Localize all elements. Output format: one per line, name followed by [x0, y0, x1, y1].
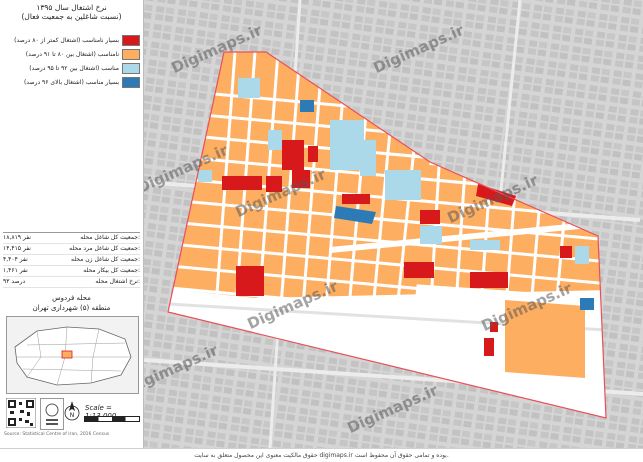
stat-value: ۴,۴۰۴ نفر — [3, 256, 28, 263]
stat-value: ۱۸,۸۱۹ نفر — [3, 234, 31, 241]
legend-label: بسیار نامناسب (اشتغال کمتر از ۸۰ درصد) — [14, 37, 119, 44]
copyright-footer: حقوق مالکیت معنوی این محصول متعلق به سای… — [0, 448, 643, 462]
district-info: محله فردوس منطقه (۵) شهرداری تهران — [3, 293, 140, 313]
legend-swatch — [122, 77, 140, 88]
map-title-line-2: (نسبت شاغلین به جمعیت فعال) — [21, 12, 122, 21]
legend-item: نامناسب (اشتغال بین ۸۰ تا ۹۱ درصد) — [3, 48, 140, 61]
stat-row: ۱۴,۴۱۵ نفر جمعیت کل شاغل مرد محله: — [3, 244, 140, 255]
tehran-locator-map — [6, 316, 139, 394]
stat-value: ۹۳ درصد — [3, 278, 26, 285]
legend-swatch — [122, 35, 140, 46]
legend-item: مناسب (اشتغال بین ۹۲ تا ۹۵ درصد) — [3, 62, 140, 75]
stat-row: ۴,۴۰۴ نفر جمعیت کل شاغل زن محله: — [3, 255, 140, 266]
organization-logo — [40, 398, 64, 430]
scale-bar — [84, 416, 140, 422]
stat-label: جمعیت کل شاغل مرد محله: — [69, 245, 140, 252]
legend-swatch — [122, 49, 140, 60]
legend-item: بسیار مناسب (اشتغال بالای ۹۶ درصد) — [3, 76, 140, 89]
stat-label: جمعیت کل شاغل محله: — [80, 234, 140, 241]
svg-text:N: N — [70, 412, 75, 419]
stat-label: جمعیت کل شاغل زن محله: — [71, 256, 140, 263]
source-credit: Source: Statistical Centre of Iran, 2016… — [4, 432, 110, 437]
locator-map-graphic — [14, 326, 132, 386]
legend-swatch — [122, 63, 140, 74]
legend: بسیار نامناسب (اشتغال کمتر از ۸۰ درصد) ن… — [3, 34, 140, 90]
map-title-line-1: نرخ اشتغال سال ۱۳۹۵ — [36, 3, 107, 12]
district-highlight — [61, 350, 73, 359]
statistics-table: ۱۸,۸۱۹ نفر جمعیت کل شاغل محله: ۱۴,۴۱۵ نف… — [3, 232, 140, 288]
map-title: نرخ اشتغال سال ۱۳۹۵ (نسبت شاغلین به جمعی… — [2, 3, 141, 21]
stat-row: ۱,۴۶۱ نفر جمعیت کل بیکار محله: — [3, 266, 140, 277]
qr-code — [5, 397, 37, 429]
map-canvas[interactable]: Digimaps.ir Digimaps.ir Digimaps.ir Digi… — [144, 0, 643, 448]
stat-value: ۱,۴۶۱ نفر — [3, 267, 28, 274]
legend-panel: نرخ اشتغال سال ۱۳۹۵ (نسبت شاغلین به جمعی… — [0, 0, 144, 448]
stat-row: ۱۸,۸۱۹ نفر جمعیت کل شاغل محله: — [3, 233, 140, 244]
legend-label: مناسب (اشتغال بین ۹۲ تا ۹۵ درصد) — [29, 65, 119, 72]
north-arrow-icon: N — [64, 399, 80, 423]
legend-label: نامناسب (اشتغال بین ۸۰ تا ۹۱ درصد) — [25, 51, 119, 58]
legend-item: بسیار نامناسب (اشتغال کمتر از ۸۰ درصد) — [3, 34, 140, 47]
legend-label: بسیار مناسب (اشتغال بالای ۹۶ درصد) — [23, 79, 119, 86]
stat-value: ۱۴,۴۱۵ نفر — [3, 245, 31, 252]
district-name: محله فردوس — [52, 294, 91, 302]
stat-label: نرخ اشتغال محله: — [95, 278, 140, 285]
stat-label: جمعیت کل بیکار محله: — [83, 267, 140, 274]
stat-row: ۹۳ درصد نرخ اشتغال محله: — [3, 277, 140, 288]
district-region: منطقه (۵) شهرداری تهران — [32, 304, 111, 312]
